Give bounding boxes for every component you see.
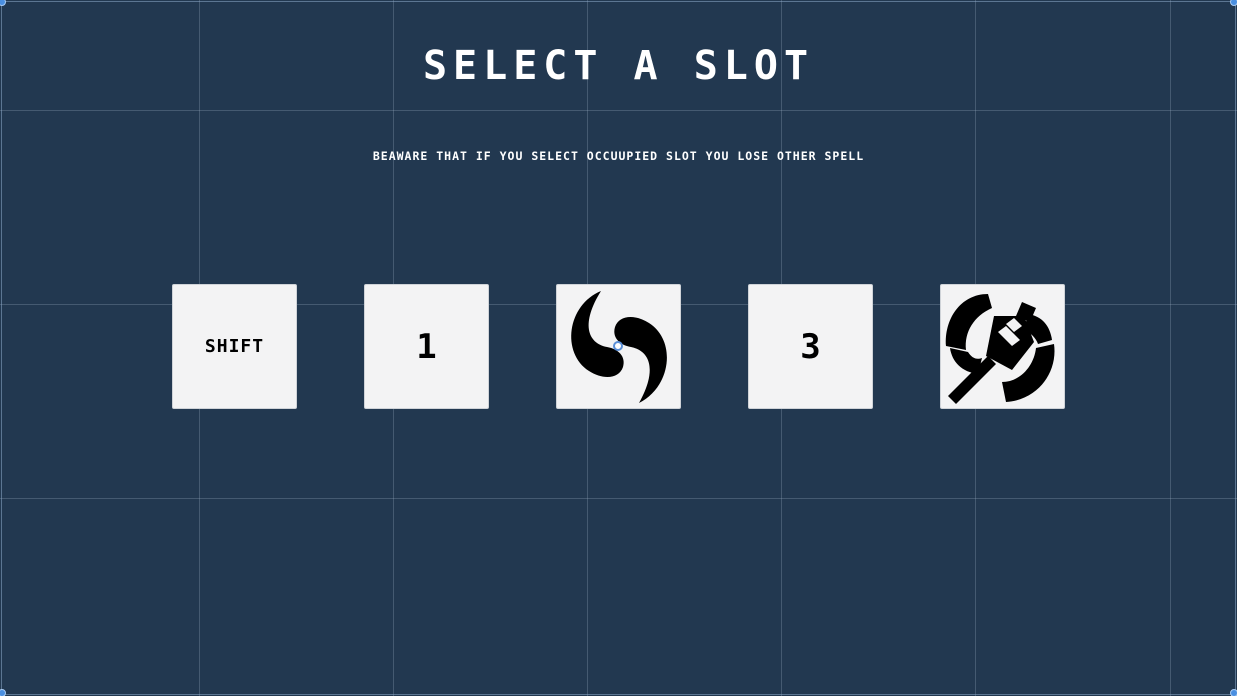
pivot-handle[interactable] [613,341,623,351]
corner-handle-top-right[interactable] [1230,0,1237,6]
game-canvas: Select a slot Beaware that if you select… [0,0,1237,696]
slot-label: SHIFT [204,336,265,357]
battle-axe-icon [942,286,1064,408]
corner-handle-bottom-right[interactable] [1230,689,1237,696]
slot-label: 1 [416,326,437,367]
page-title: Select a slot [422,43,815,89]
corner-handle-top-left[interactable] [0,0,6,6]
grid-line [0,498,1237,499]
corner-handle-bottom-left[interactable] [0,689,6,696]
grid-line [1170,0,1171,696]
slot-3-button[interactable]: 3 [748,284,873,409]
slot-4-button[interactable] [940,284,1065,409]
slot-label: 3 [800,326,821,367]
warning-text: Beaware that if you select occuupied slo… [372,149,865,163]
grid-line [0,110,1237,111]
slot-shift-button[interactable]: SHIFT [172,284,297,409]
slot-1-button[interactable]: 1 [364,284,489,409]
